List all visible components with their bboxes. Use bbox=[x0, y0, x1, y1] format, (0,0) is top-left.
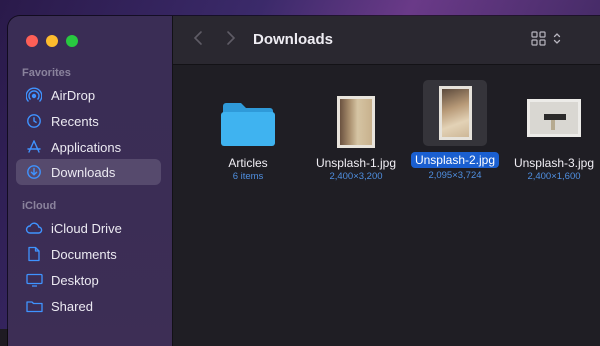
forward-chevron-icon[interactable] bbox=[226, 30, 236, 51]
finder-window: Favorites AirDrop Recents Applications D… bbox=[8, 16, 600, 346]
file-name-selected: Unsplash-2.jpg bbox=[410, 152, 500, 168]
file-item-articles[interactable]: Articles 6 items bbox=[193, 86, 303, 182]
image-thumbnail bbox=[499, 88, 600, 148]
file-item-unsplash-3[interactable]: Unsplash-3.jpg 2,400×1,600 bbox=[499, 88, 600, 182]
sidebar-item-airdrop[interactable]: AirDrop bbox=[16, 82, 161, 108]
sidebar-item-icloud-drive[interactable]: iCloud Drive bbox=[16, 215, 161, 241]
sidebar-item-label: Desktop bbox=[51, 272, 99, 288]
file-meta: 2,400×1,600 bbox=[527, 171, 581, 182]
chevron-updown-icon bbox=[553, 32, 561, 50]
sidebar-item-applications[interactable]: Applications bbox=[16, 134, 161, 160]
sidebar-item-label: Documents bbox=[51, 246, 117, 262]
content-area: Downloads Articles 6 items Unsplash-1.jp… bbox=[173, 16, 600, 346]
sidebar-item-label: iCloud Drive bbox=[51, 220, 122, 236]
shared-folder-icon bbox=[25, 297, 43, 315]
image-thumbnail bbox=[301, 82, 411, 148]
back-chevron-icon[interactable] bbox=[193, 30, 203, 51]
view-options-button[interactable] bbox=[531, 31, 561, 51]
applications-icon bbox=[25, 138, 43, 156]
file-meta: 2,400×3,200 bbox=[329, 171, 383, 182]
grid-view-icon bbox=[531, 31, 546, 51]
close-button[interactable] bbox=[26, 35, 38, 47]
sidebar-item-label: Applications bbox=[51, 139, 122, 155]
clock-icon bbox=[25, 112, 43, 130]
sidebar-item-label: Downloads bbox=[51, 164, 116, 180]
minimize-button[interactable] bbox=[46, 35, 58, 47]
window-controls bbox=[26, 35, 78, 47]
file-meta: 6 items bbox=[232, 171, 264, 182]
sidebar-section-icloud: iCloud bbox=[22, 200, 57, 212]
sidebar-item-desktop[interactable]: Desktop bbox=[16, 267, 161, 293]
file-name: Articles bbox=[228, 156, 268, 170]
folder-icon bbox=[193, 86, 303, 148]
cloud-icon bbox=[25, 219, 43, 237]
sidebar: Favorites AirDrop Recents Applications D… bbox=[8, 16, 173, 346]
file-meta: 2,095×3,724 bbox=[428, 170, 482, 181]
download-icon bbox=[25, 163, 43, 181]
desktop-icon bbox=[25, 271, 43, 289]
airdrop-icon bbox=[25, 86, 43, 104]
document-icon bbox=[25, 245, 43, 263]
window-title: Downloads bbox=[253, 31, 334, 48]
file-item-unsplash-2[interactable]: Unsplash-2.jpg 2,095×3,724 bbox=[400, 80, 510, 181]
zoom-button[interactable] bbox=[66, 35, 78, 47]
sidebar-item-label: Shared bbox=[51, 298, 93, 314]
sidebar-item-label: Recents bbox=[51, 113, 99, 129]
toolbar: Downloads bbox=[173, 16, 600, 65]
sidebar-item-recents[interactable]: Recents bbox=[16, 108, 161, 134]
file-name: Unsplash-1.jpg bbox=[315, 156, 397, 170]
image-thumbnail bbox=[423, 80, 487, 146]
sidebar-item-documents[interactable]: Documents bbox=[16, 241, 161, 267]
sidebar-item-downloads[interactable]: Downloads bbox=[16, 159, 161, 185]
sidebar-section-favorites: Favorites bbox=[22, 67, 71, 79]
file-name: Unsplash-3.jpg bbox=[513, 156, 595, 170]
sidebar-item-shared[interactable]: Shared bbox=[16, 293, 161, 319]
file-item-unsplash-1[interactable]: Unsplash-1.jpg 2,400×3,200 bbox=[301, 82, 411, 182]
sidebar-item-label: AirDrop bbox=[51, 87, 96, 103]
